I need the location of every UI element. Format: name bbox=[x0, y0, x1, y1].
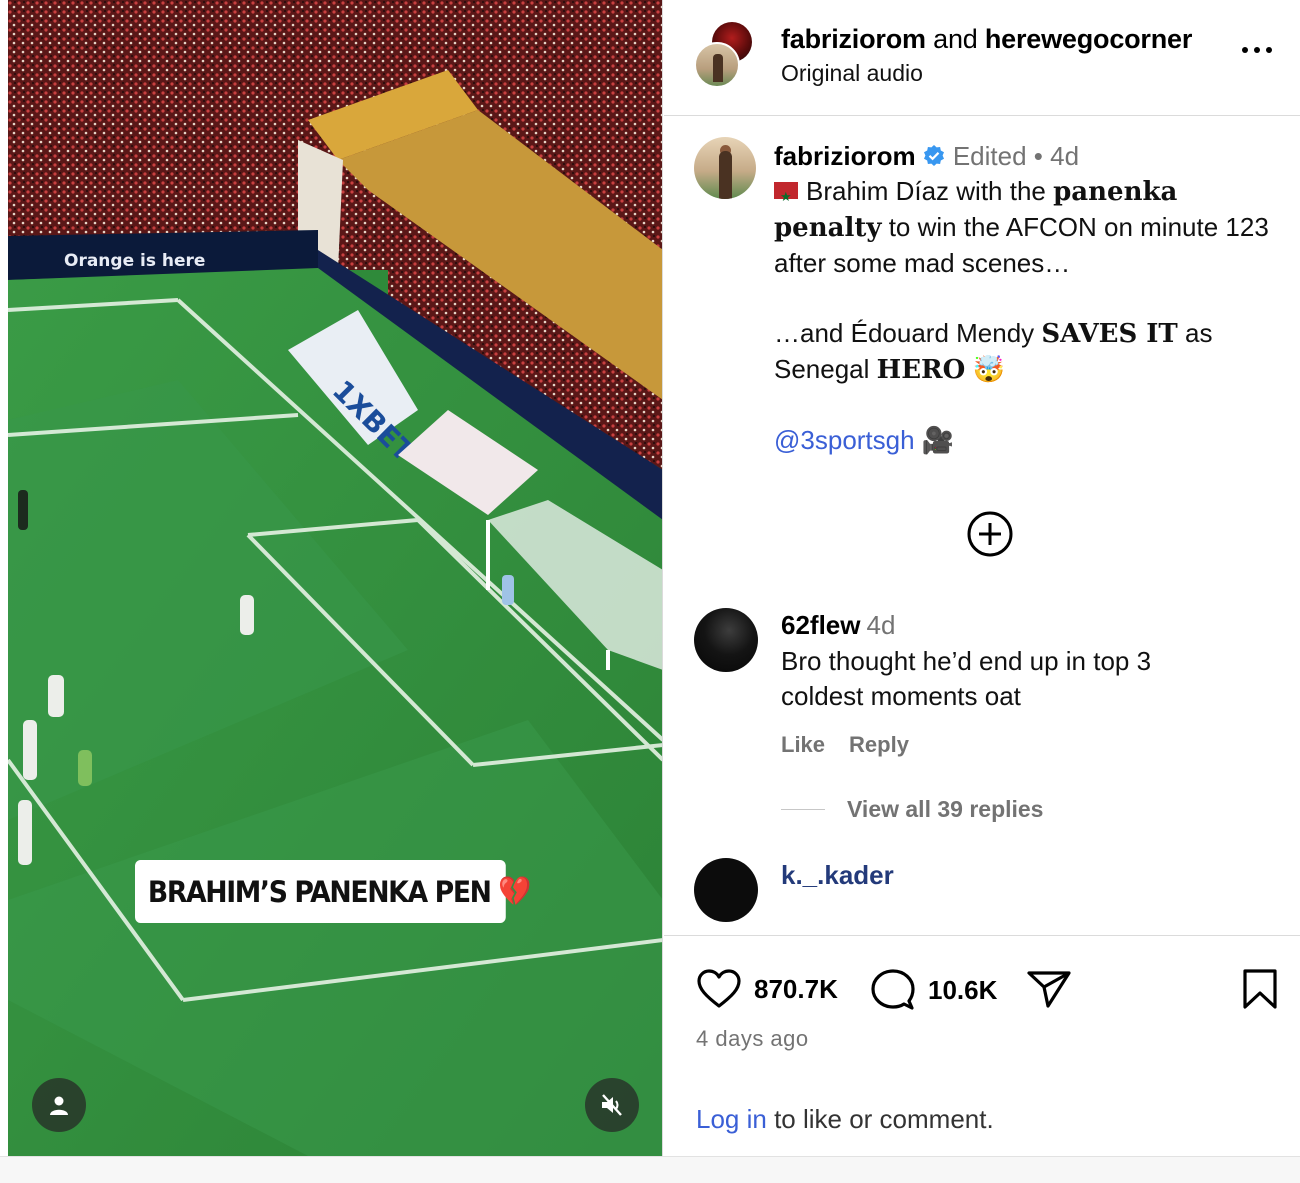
comment-text: Bro thought he’d end up in top 3 coldest… bbox=[781, 644, 1281, 714]
comment-button[interactable]: 10.6K bbox=[870, 968, 997, 1012]
login-rest-text: to like or comment. bbox=[766, 1104, 994, 1134]
mention-link[interactable]: @3sportsgh bbox=[774, 425, 915, 455]
avatar[interactable] bbox=[694, 858, 758, 922]
collab-avatars[interactable] bbox=[694, 22, 756, 88]
caption-bold-hero: HERO bbox=[876, 355, 966, 385]
speaker-muted-icon bbox=[602, 1094, 622, 1116]
comment-like-button[interactable]: Like bbox=[781, 732, 825, 758]
comment-reply-button[interactable]: Reply bbox=[849, 732, 909, 758]
heart-icon bbox=[697, 969, 741, 1008]
save-button[interactable] bbox=[1242, 968, 1290, 1010]
video-caption-sticker: BRAHIM’S PANENKA PEN 💔 bbox=[135, 860, 531, 923]
caption-line3: after some mad scenes… bbox=[774, 248, 1071, 278]
caption-time[interactable]: 4d bbox=[1050, 141, 1079, 171]
morocco-flag-icon bbox=[774, 179, 798, 214]
caption-line1: Brahim Díaz with the bbox=[806, 176, 1054, 206]
caption-line4: …and Édouard Mendy bbox=[774, 318, 1042, 348]
authors-joiner: and bbox=[933, 24, 978, 54]
paper-plane-icon bbox=[1027, 971, 1071, 1008]
avatar-fabriziorom[interactable] bbox=[694, 42, 740, 88]
view-replies-button[interactable]: View all 39 replies bbox=[781, 796, 1043, 823]
caption-username[interactable]: fabriziorom bbox=[774, 141, 916, 171]
post-timestamp[interactable]: 4 days ago bbox=[696, 1026, 809, 1052]
likes-count[interactable]: 870.7K bbox=[754, 974, 838, 1005]
exploding-head-icon: 🤯 bbox=[972, 354, 1005, 384]
caption-line4-end: as bbox=[1177, 318, 1213, 348]
tagged-users-button[interactable] bbox=[32, 1078, 86, 1132]
mute-button[interactable] bbox=[585, 1078, 639, 1132]
author-link-herewegocorner[interactable]: herewegocorner bbox=[985, 24, 1192, 54]
caption-bold-saves: SAVES IT bbox=[1041, 319, 1178, 349]
edited-label: Edited bbox=[952, 141, 1027, 171]
camera-icon: 🎥 bbox=[921, 425, 955, 455]
comment-time: 4d bbox=[866, 610, 896, 640]
meta-dot: • bbox=[1033, 141, 1043, 171]
audio-label[interactable]: Original audio bbox=[781, 60, 923, 87]
bookmark-icon bbox=[1243, 969, 1277, 1009]
login-prompt: Log in to like or comment. bbox=[696, 1104, 994, 1135]
video-frame: 1XBET Orange is here bbox=[8, 0, 662, 1156]
share-button[interactable] bbox=[1026, 968, 1084, 1010]
caption-bold-penalty: penalty bbox=[774, 213, 882, 243]
post-authors: fabriziorom and herewegocorner bbox=[781, 24, 1192, 55]
comment-line2: coldest moments oat bbox=[781, 681, 1021, 711]
avatar[interactable] bbox=[694, 137, 756, 199]
avatar[interactable] bbox=[694, 608, 758, 672]
like-button[interactable]: 870.7K bbox=[696, 968, 838, 1010]
person-icon bbox=[50, 1096, 68, 1115]
post-actions: 870.7K 10.6K 4 days ago Log in to like o… bbox=[664, 935, 1300, 1156]
broken-heart-icon: 💔 bbox=[497, 874, 531, 908]
load-more-comments-icon[interactable] bbox=[966, 510, 1014, 558]
post-details-panel: fabriziorom and herewegocorner Original … bbox=[664, 0, 1300, 1156]
post-header: fabriziorom and herewegocorner Original … bbox=[664, 0, 1300, 116]
caption-line2: to win the AFCON on minute 123 bbox=[881, 212, 1269, 242]
comment-username: 62flew 4d bbox=[781, 610, 895, 641]
comment-line1: Bro thought he’d end up in top 3 bbox=[781, 646, 1152, 676]
banner-text: Orange is here bbox=[64, 251, 205, 271]
verified-badge-icon bbox=[923, 145, 944, 166]
login-link[interactable]: Log in bbox=[696, 1104, 767, 1134]
caption-text: fabriziorom Edited • 4d Brahim Díaz with… bbox=[774, 139, 1289, 458]
caption-line5: Senegal bbox=[774, 354, 877, 384]
page-bottom-edge bbox=[0, 1156, 1300, 1183]
author-link-fabriziorom[interactable]: fabriziorom bbox=[781, 24, 926, 54]
video-caption-text: BRAHIM’S PANENKA PEN bbox=[147, 874, 492, 909]
comment-actions: Like Reply bbox=[781, 732, 909, 758]
video-player[interactable]: 1XBET Orange is here BRAHIM’S PANENKA PE… bbox=[8, 0, 663, 1156]
comment-username[interactable]: k._.kader bbox=[781, 860, 894, 891]
comment-user-link[interactable]: 62flew bbox=[781, 610, 861, 640]
view-replies-label: View all 39 replies bbox=[847, 796, 1044, 822]
comment-bubble-icon bbox=[871, 969, 915, 1010]
more-options-icon[interactable] bbox=[1242, 40, 1278, 60]
caption-bold-panenka: panenka bbox=[1053, 177, 1178, 207]
comments-count: 10.6K bbox=[928, 974, 998, 1005]
